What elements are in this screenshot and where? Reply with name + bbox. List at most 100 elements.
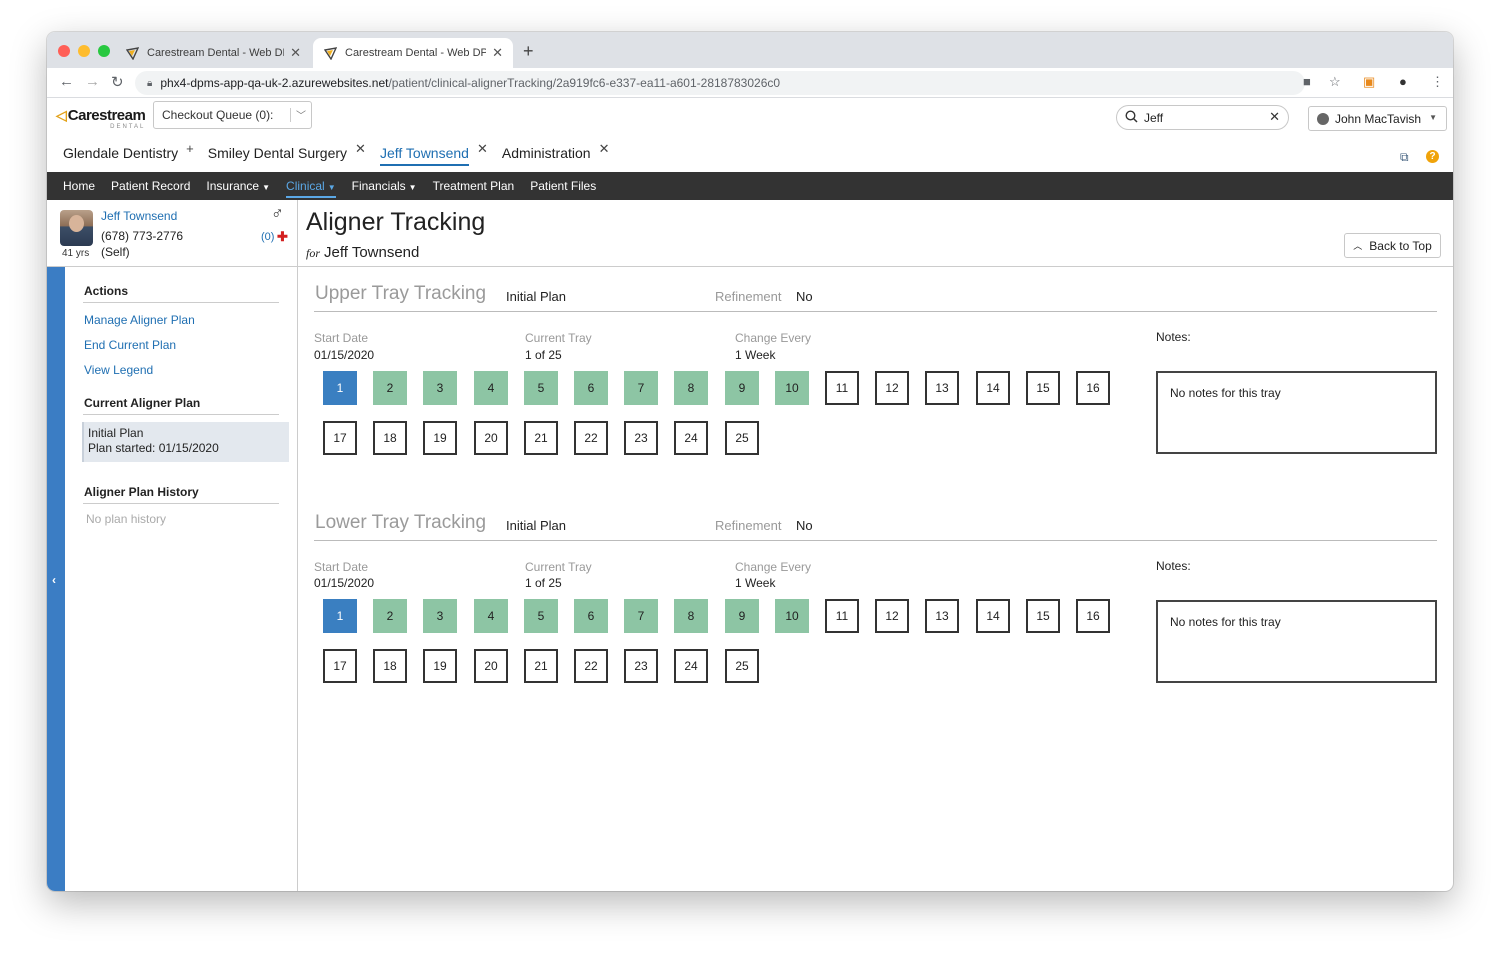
tray-25[interactable]: 25 xyxy=(725,421,759,455)
tray-16[interactable]: 16 xyxy=(1076,371,1110,405)
reload-icon[interactable]: ↻ xyxy=(111,73,124,91)
tray-7[interactable]: 7 xyxy=(624,371,658,405)
clear-search-icon[interactable]: ✕ xyxy=(1269,109,1280,125)
close-icon[interactable]: ✕ xyxy=(355,141,366,157)
bookmark-star-icon[interactable]: ☆ xyxy=(1329,74,1341,90)
tray-22[interactable]: 22 xyxy=(574,421,608,455)
tray-4[interactable]: 4 xyxy=(474,371,508,405)
close-tab-icon[interactable]: ✕ xyxy=(492,45,503,61)
tray-1[interactable]: 1 xyxy=(323,599,357,633)
tray-10[interactable]: 10 xyxy=(775,599,809,633)
view-legend-link[interactable]: View Legend xyxy=(84,363,153,377)
notes-box[interactable]: No notes for this tray xyxy=(1156,371,1437,454)
tray-12[interactable]: 12 xyxy=(875,371,909,405)
manage-aligner-plan-link[interactable]: Manage Aligner Plan xyxy=(84,313,195,327)
menu-treatment-plan[interactable]: Treatment Plan xyxy=(433,179,515,193)
menu-insurance[interactable]: Insurance ▼ xyxy=(206,179,270,193)
close-icon[interactable]: ✕ xyxy=(477,141,488,157)
tray-8[interactable]: 8 xyxy=(674,371,708,405)
new-tab-button[interactable]: + xyxy=(523,41,534,62)
tab-administration[interactable]: Administration ✕ xyxy=(502,141,610,164)
camera-icon[interactable]: ■ xyxy=(1303,74,1311,89)
extension-icon[interactable]: ▣ xyxy=(1363,74,1375,90)
tray-21[interactable]: 21 xyxy=(524,649,558,683)
tray-3[interactable]: 3 xyxy=(423,371,457,405)
notes-box[interactable]: No notes for this tray xyxy=(1156,600,1437,683)
medical-cross-icon[interactable]: ✚ xyxy=(277,229,288,245)
tray-19[interactable]: 19 xyxy=(423,649,457,683)
forward-arrow-icon[interactable]: → xyxy=(85,73,100,90)
tray-23[interactable]: 23 xyxy=(624,421,658,455)
tray-12[interactable]: 12 xyxy=(875,599,909,633)
tray-21[interactable]: 21 xyxy=(524,421,558,455)
zoom-window-button[interactable] xyxy=(98,45,110,57)
tray-19[interactable]: 19 xyxy=(423,421,457,455)
address-bar[interactable]: 🔒︎ phx4-dpms-app-qa-uk-2.azurewebsites.n… xyxy=(135,71,1305,95)
back-arrow-icon[interactable]: ← xyxy=(59,73,74,90)
close-window-button[interactable] xyxy=(58,45,70,57)
tray-9[interactable]: 9 xyxy=(725,599,759,633)
patient-name-link[interactable]: Jeff Townsend xyxy=(101,209,177,223)
tray-10[interactable]: 10 xyxy=(775,371,809,405)
minimize-window-button[interactable] xyxy=(78,45,90,57)
tray-14[interactable]: 14 xyxy=(976,371,1010,405)
add-icon[interactable]: + xyxy=(186,141,194,156)
tray-6[interactable]: 6 xyxy=(574,599,608,633)
tray-25[interactable]: 25 xyxy=(725,649,759,683)
tray-24[interactable]: 24 xyxy=(674,649,708,683)
current-plan-card[interactable]: Initial Plan Plan started: 01/15/2020 xyxy=(82,422,289,462)
sidebar-collapse-bar[interactable]: ‹ xyxy=(47,267,65,891)
menu-financials[interactable]: Financials ▼ xyxy=(352,179,417,193)
tray-18[interactable]: 18 xyxy=(373,649,407,683)
tray-9[interactable]: 9 xyxy=(725,371,759,405)
tray-5[interactable]: 5 xyxy=(524,599,558,633)
close-tab-icon[interactable]: ✕ xyxy=(290,45,301,61)
browser-tab[interactable]: Carestream Dental - Web DPMS ✕ xyxy=(115,38,311,68)
tray-5[interactable]: 5 xyxy=(524,371,558,405)
tab-glendale-dentistry[interactable]: Glendale Dentistry + xyxy=(63,141,194,164)
tray-18[interactable]: 18 xyxy=(373,421,407,455)
close-icon[interactable]: ✕ xyxy=(599,141,610,157)
tray-20[interactable]: 20 xyxy=(474,649,508,683)
tray-15[interactable]: 15 xyxy=(1026,599,1060,633)
tray-22[interactable]: 22 xyxy=(574,649,608,683)
current-aligner-plan-heading: Current Aligner Plan xyxy=(84,396,201,410)
tray-3[interactable]: 3 xyxy=(423,599,457,633)
browser-menu-icon[interactable]: ⋮ xyxy=(1431,74,1444,90)
tray-20[interactable]: 20 xyxy=(474,421,508,455)
search-input[interactable] xyxy=(1144,110,1264,125)
tray-11[interactable]: 11 xyxy=(825,371,859,405)
tray-4[interactable]: 4 xyxy=(474,599,508,633)
menu-clinical[interactable]: Clinical ▼ xyxy=(286,179,336,198)
help-icon[interactable]: ? xyxy=(1426,150,1439,163)
tray-11[interactable]: 11 xyxy=(825,599,859,633)
tray-1[interactable]: 1 xyxy=(323,371,357,405)
tray-2[interactable]: 2 xyxy=(373,371,407,405)
menu-home[interactable]: Home xyxy=(63,179,95,193)
tray-13[interactable]: 13 xyxy=(925,371,959,405)
end-current-plan-link[interactable]: End Current Plan xyxy=(84,338,176,352)
user-menu[interactable]: John MacTavish ▼ xyxy=(1308,106,1447,131)
tab-smiley-dental-surgery[interactable]: Smiley Dental Surgery ✕ xyxy=(208,141,366,164)
browser-tab-active[interactable]: Carestream Dental - Web DPMS ✕ xyxy=(313,38,513,68)
tray-14[interactable]: 14 xyxy=(976,599,1010,633)
tray-23[interactable]: 23 xyxy=(624,649,658,683)
tray-16[interactable]: 16 xyxy=(1076,599,1110,633)
back-to-top-button[interactable]: ︿ Back to Top xyxy=(1344,233,1441,258)
tray-15[interactable]: 15 xyxy=(1026,371,1060,405)
tray-17[interactable]: 17 xyxy=(323,421,357,455)
menu-patient-files[interactable]: Patient Files xyxy=(530,179,596,193)
windows-icon[interactable]: ⧉ xyxy=(1400,150,1409,165)
profile-icon[interactable]: ● xyxy=(1399,74,1407,89)
tray-2[interactable]: 2 xyxy=(373,599,407,633)
tray-13[interactable]: 13 xyxy=(925,599,959,633)
tray-6[interactable]: 6 xyxy=(574,371,608,405)
medical-alert-count[interactable]: (0) xyxy=(261,231,274,243)
tab-jeff-townsend[interactable]: Jeff Townsend ✕ xyxy=(379,141,488,166)
checkout-queue-select[interactable]: Checkout Queue (0): ﹀ xyxy=(153,101,312,129)
tray-24[interactable]: 24 xyxy=(674,421,708,455)
tray-7[interactable]: 7 xyxy=(624,599,658,633)
menu-patient-record[interactable]: Patient Record xyxy=(111,179,190,193)
tray-17[interactable]: 17 xyxy=(323,649,357,683)
tray-8[interactable]: 8 xyxy=(674,599,708,633)
